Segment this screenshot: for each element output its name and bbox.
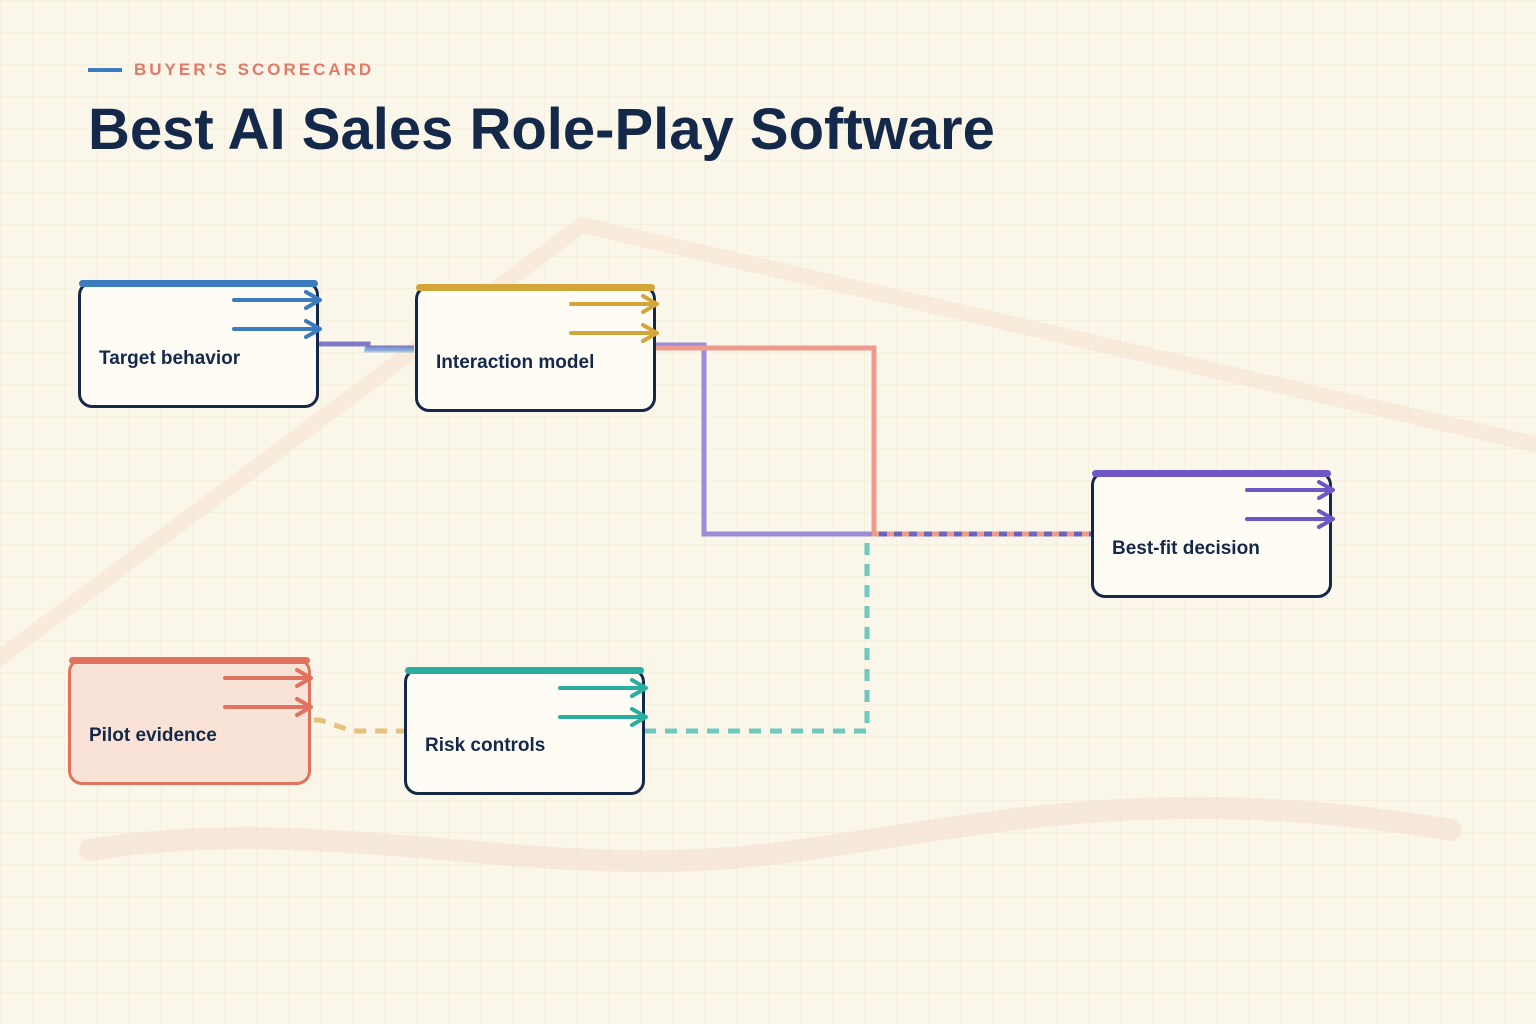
node-label: Best-fit decision [1112,538,1260,559]
node-label: Target behavior [99,348,241,369]
node-label: Risk controls [425,735,546,756]
background-wave [79,796,1461,873]
kicker-accent-bar [88,68,122,72]
node-target-behavior[interactable]: Target behavior [78,280,319,408]
page-title: Best AI Sales Role-Play Software [88,97,995,162]
connector-interaction-decision-purple [654,342,872,537]
node-cap [405,667,644,674]
node-cap [69,657,310,664]
node-cap [1092,470,1331,477]
node-best-fit-decision[interactable]: Best-fit decision [1091,470,1332,598]
kicker: BUYER'S SCORECARD [88,58,374,82]
node-interaction-model[interactable]: Interaction model [415,284,656,412]
connector-risk-decision [644,537,870,734]
node-label: Interaction model [436,352,595,373]
node-cap [79,280,318,287]
connector-interaction-decision-salmon [654,345,877,534]
node-label: Pilot evidence [89,725,217,746]
kicker-label: BUYER'S SCORECARD [134,60,375,79]
connector-target-interaction [318,341,414,351]
diagram-stage: BUYER'S SCORECARD Best AI Sales Role-Pla… [0,0,1536,1024]
node-risk-controls[interactable]: Risk controls [404,667,645,795]
node-pilot-evidence[interactable]: Pilot evidence [68,657,311,785]
node-cap [416,284,655,291]
